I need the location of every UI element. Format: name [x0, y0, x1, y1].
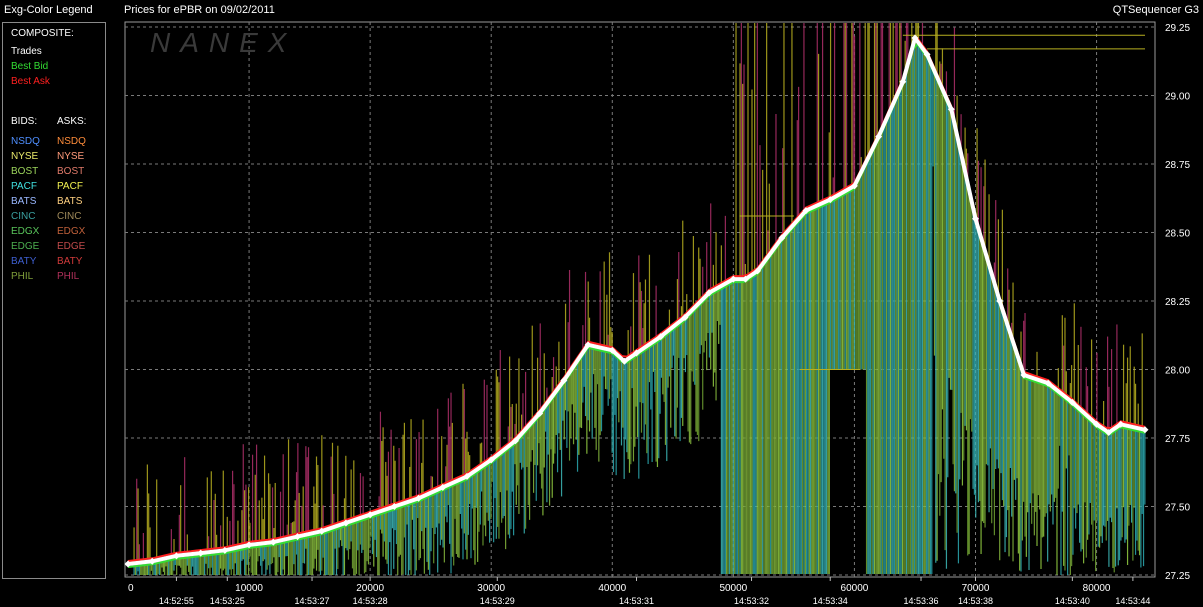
time-label: 14:53:40: [1055, 596, 1090, 606]
y-tick-label: 28.50: [1165, 229, 1190, 240]
nanex-watermark: NANEX: [150, 27, 296, 58]
x-tick-label: 60000: [841, 583, 869, 594]
x-tick-label: 70000: [962, 583, 990, 594]
time-label: 14:53:44: [1115, 596, 1150, 606]
time-label: 14:53:25: [210, 596, 245, 606]
x-tick-label: 30000: [477, 583, 505, 594]
y-tick-label: 28.00: [1165, 366, 1190, 377]
y-tick-label: 27.75: [1165, 434, 1190, 445]
x-tick-label: 50000: [719, 583, 747, 594]
y-tick-label: 27.25: [1165, 571, 1190, 582]
x-tick-label: 0: [128, 583, 134, 594]
time-label: 14:53:34: [813, 596, 848, 606]
time-label: 14:53:32: [734, 596, 769, 606]
x-tick-label: 10000: [235, 583, 263, 594]
time-label: 14:53:36: [903, 596, 938, 606]
y-tick-label: 27.50: [1165, 503, 1190, 514]
x-tick-label: 80000: [1083, 583, 1111, 594]
y-tick-label: 28.75: [1165, 160, 1190, 171]
price-chart: 27.25 27.50 27.75 28.00 28.25 28.50 28.75 29.00…: [124, 21, 1190, 606]
time-label: 14:53:38: [958, 596, 993, 606]
y-tick-label: 29.00: [1165, 92, 1190, 103]
time-label: 14:53:31: [619, 596, 654, 606]
time-label: 14:52:55: [159, 596, 194, 606]
time-label: 14:53:27: [295, 596, 330, 606]
y-tick-label: 29.25: [1165, 23, 1190, 34]
x-tick-label: 40000: [598, 583, 626, 594]
x-tick-label: 20000: [356, 583, 384, 594]
time-label: 14:53:28: [353, 596, 388, 606]
time-label: 14:53:29: [480, 596, 515, 606]
y-tick-label: 28.25: [1165, 297, 1190, 308]
